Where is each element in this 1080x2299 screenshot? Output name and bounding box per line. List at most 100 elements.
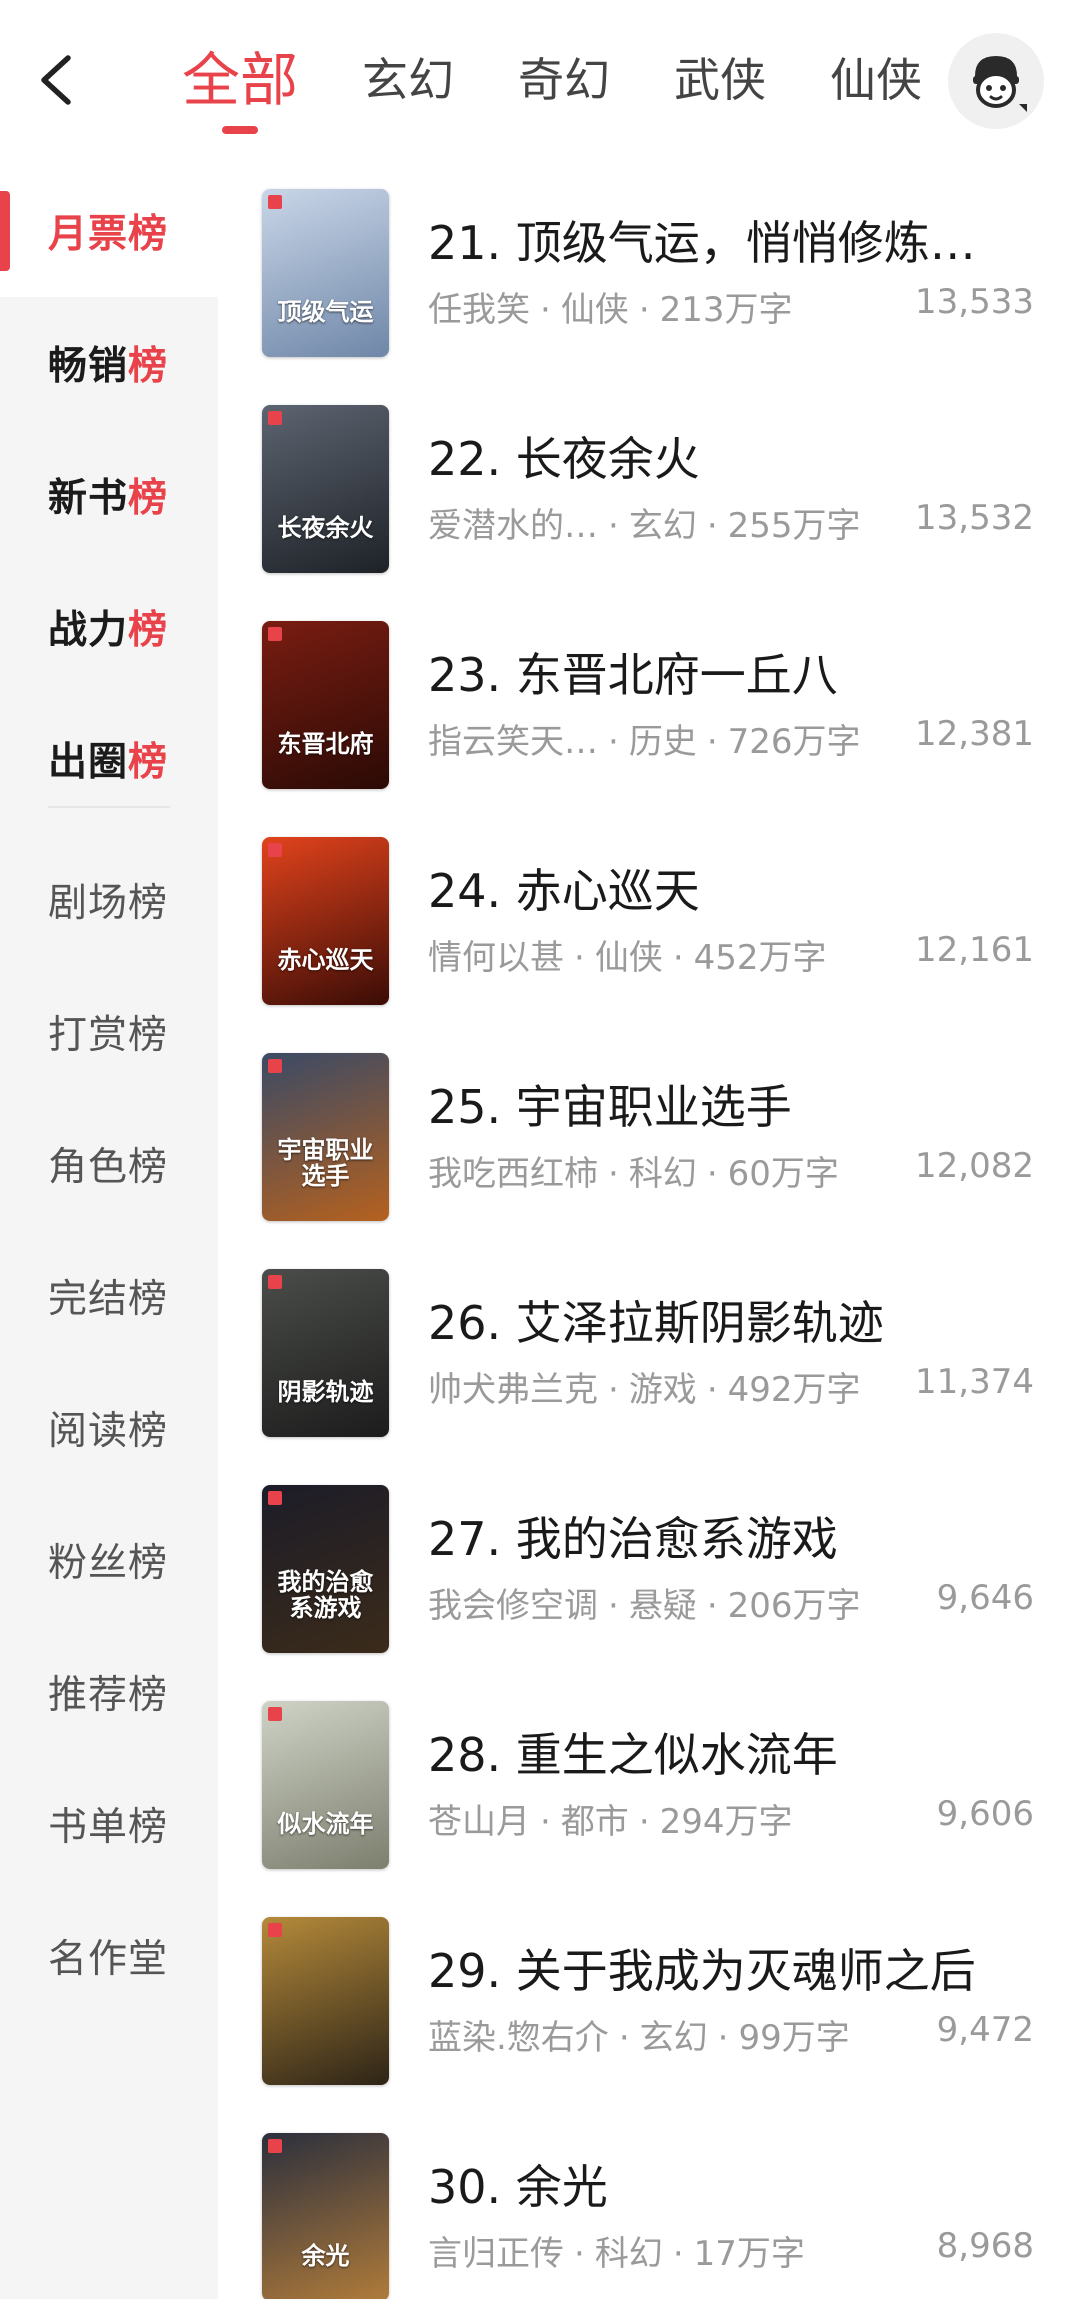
book-cover-image[interactable]: 长夜余火 — [262, 405, 389, 573]
sidebar-item-completed[interactable]: 完结榜 — [0, 1230, 218, 1362]
tab-all[interactable]: 全部 — [150, 30, 330, 134]
monthly-ticket-count: 9,606 — [936, 1794, 1034, 1834]
book-cover-image[interactable]: 余光 — [262, 2133, 389, 2299]
monthly-ticket-count: 9,472 — [936, 2010, 1034, 2050]
sidebar-item-power[interactable]: 战力榜 — [0, 561, 218, 693]
sidebar-item-characters[interactable]: 角色榜 — [0, 1098, 218, 1230]
sidebar-item-label: 阅读榜 — [48, 1409, 169, 1454]
separator-dot: · — [638, 290, 650, 330]
monthly-ticket-count: 8,968 — [936, 2226, 1034, 2266]
book-cover-image[interactable]: 东晋北府 — [262, 621, 389, 789]
sidebar-item-label: 名作堂 — [48, 1937, 169, 1982]
book-list-item[interactable]: 赤心巡天 24. 赤心巡天 情何以甚 · 仙侠 · 452万字 12,161 — [218, 825, 1080, 1041]
tab-qihuan[interactable]: 奇幻 — [486, 30, 642, 130]
book-meta: 任我笑 · 仙侠 · 213万字 — [428, 282, 793, 331]
book-author: 情何以甚 — [428, 938, 564, 978]
separator-dot: · — [638, 1802, 650, 1842]
monthly-ticket-count: 12,381 — [915, 714, 1034, 754]
sidebar-item-hall-of-fame[interactable]: 名作堂 — [0, 1890, 218, 2022]
book-author: 蓝染.惣右介 — [428, 2018, 609, 2058]
back-button[interactable] — [26, 50, 86, 110]
book-title[interactable]: 24. 赤心巡天 — [428, 855, 1038, 921]
sidebar-item-bestseller[interactable]: 畅销榜 — [0, 297, 218, 429]
book-cover-image[interactable]: 似水流年 — [262, 1701, 389, 1869]
tab-xuanhuan[interactable]: 玄幻 — [330, 30, 486, 130]
book-author: 我吃西红柿 — [428, 1154, 598, 1194]
book-cover-image[interactable]: 阴影轨迹 — [262, 1269, 389, 1437]
book-list-item[interactable]: 宇宙职业选手 25. 宇宙职业选手 我吃西红柿 · 科幻 · 60万字 12,082 — [218, 1041, 1080, 1257]
book-title[interactable]: 27. 我的治愈系游戏 — [428, 1503, 1038, 1569]
book-list-item[interactable]: 顶级气运 21. 顶级气运，悄悄修炼… 任我笑 · 仙侠 · 213万字 13,533 — [218, 177, 1080, 393]
sidebar-item-label: 剧场榜 — [48, 881, 169, 926]
book-meta: 我会修空调 · 悬疑 · 206万字 — [428, 1578, 861, 1627]
book-title[interactable]: 23. 东晋北府一丘八 — [428, 639, 1038, 705]
book-title[interactable]: 30. 余光 — [428, 2151, 1038, 2217]
sidebar-item-new-books[interactable]: 新书榜 — [0, 429, 218, 561]
sidebar-item-fans[interactable]: 粉丝榜 — [0, 1494, 218, 1626]
book-genre: 科幻 — [594, 2234, 663, 2274]
cover-title-art: 东晋北府 — [277, 729, 374, 758]
book-list-item[interactable]: 29. 关于我成为灭魂师之后蓝染.惣右介 · 玄幻 · 99万字 9,472 — [218, 1905, 1080, 2121]
cover-title-art: 顶级气运 — [277, 297, 374, 326]
book-list-item[interactable]: 阴影轨迹 26. 艾泽拉斯阴影轨迹 帅犬弗兰克 · 游戏 · 492万字 11,374 — [218, 1257, 1080, 1473]
publisher-badge-icon — [268, 411, 282, 425]
book-cover-image[interactable]: 赤心巡天 — [262, 837, 389, 1005]
book-title[interactable]: 25. 宇宙职业选手 — [428, 1071, 1038, 1137]
chevron-left-icon — [41, 55, 71, 105]
book-title[interactable]: 21. 顶级气运，悄悄修炼… — [428, 207, 1038, 273]
book-genre: 历史 — [628, 722, 697, 762]
sidebar-item-label-suffix: 榜 — [128, 476, 169, 521]
book-list-item[interactable]: 长夜余火 22. 长夜余火 爱潜水的… · 玄幻 · 255万字 13,532 — [218, 393, 1080, 609]
tab-wuxia[interactable]: 武侠 — [642, 30, 798, 130]
book-list-item[interactable]: 似水流年 28. 重生之似水流年 苍山月 · 都市 · 294万字 9,606 — [218, 1689, 1080, 1905]
book-word-count: 452万字 — [693, 938, 827, 978]
book-word-count: 206万字 — [727, 1586, 861, 1626]
book-list-item[interactable]: 我的治愈系游戏 27. 我的治愈系游戏 我会修空调 · 悬疑 · 206万字 9,646 — [218, 1473, 1080, 1689]
top-bar: 全部 玄幻 奇幻 武侠 仙侠 — [0, 0, 1080, 165]
book-title[interactable]: 26. 艾泽拉斯阴影轨迹 — [428, 1287, 1038, 1353]
book-list-item[interactable]: 东晋北府 23. 东晋北府一丘八 指云笑天… · 历史 · 726万字 12,381 — [218, 609, 1080, 825]
tab-label: 玄幻 — [362, 53, 455, 107]
cover-title-art: 似水流年 — [277, 1809, 374, 1838]
sidebar-item-label-suffix: 榜 — [128, 740, 169, 785]
book-meta: 帅犬弗兰克 · 游戏 · 492万字 — [428, 1362, 861, 1411]
book-title[interactable]: 28. 重生之似水流年 — [428, 1719, 1038, 1785]
separator-dot: · — [672, 938, 684, 978]
book-cover-image[interactable]: 宇宙职业选手 — [262, 1053, 389, 1221]
sidebar-item-recommended[interactable]: 推荐榜 — [0, 1626, 218, 1758]
book-meta: 言归正传 · 科幻 · 17万字 — [428, 2226, 805, 2275]
publisher-badge-icon — [268, 1491, 282, 1505]
separator-dot: · — [618, 2018, 630, 2058]
sidebar-item-label: 畅销榜 — [48, 344, 169, 389]
sidebar-item-reading[interactable]: 阅读榜 — [0, 1362, 218, 1494]
sidebar-item-tips[interactable]: 打赏榜 — [0, 966, 218, 1098]
book-list-item[interactable]: 余光 30. 余光言归正传 · 科幻 · 17万字 8,968 — [218, 2121, 1080, 2299]
publisher-badge-icon — [268, 1059, 282, 1073]
book-meta: 蓝染.惣右介 · 玄幻 · 99万字 — [428, 2010, 850, 2059]
separator-dot: · — [608, 1586, 619, 1626]
book-title[interactable]: 22. 长夜余火 — [428, 423, 1038, 489]
tab-label: 仙侠 — [830, 53, 923, 107]
separator-dot: · — [706, 506, 718, 546]
separator-dot: · — [706, 1586, 718, 1626]
separator-dot: · — [672, 2234, 684, 2274]
book-cover-image[interactable] — [262, 1917, 389, 2085]
sidebar-item-monthly-ticket[interactable]: 月票榜 — [0, 165, 218, 297]
book-cover-image[interactable]: 我的治愈系游戏 — [262, 1485, 389, 1653]
book-word-count: 294万字 — [659, 1802, 793, 1842]
user-avatar-button[interactable] — [948, 33, 1044, 129]
cover-title-art: 我的治愈系游戏 — [277, 1567, 374, 1622]
publisher-badge-icon — [268, 2139, 282, 2153]
tab-label: 奇幻 — [518, 53, 611, 107]
book-cover-image[interactable]: 顶级气运 — [262, 189, 389, 357]
active-indicator — [0, 191, 10, 271]
sidebar-item-booklists[interactable]: 书单榜 — [0, 1758, 218, 1890]
book-title[interactable]: 29. 关于我成为灭魂师之后 — [428, 1935, 1038, 2001]
category-tabs: 全部 玄幻 奇幻 武侠 仙侠 — [150, 30, 954, 140]
sidebar-item-theater[interactable]: 剧场榜 — [0, 834, 218, 966]
book-genre: 科幻 — [628, 1154, 697, 1194]
tab-xianxia[interactable]: 仙侠 — [798, 30, 954, 130]
cover-title-art: 余光 — [301, 2241, 350, 2270]
book-genre: 都市 — [560, 1802, 629, 1842]
active-tab-indicator — [222, 126, 258, 134]
